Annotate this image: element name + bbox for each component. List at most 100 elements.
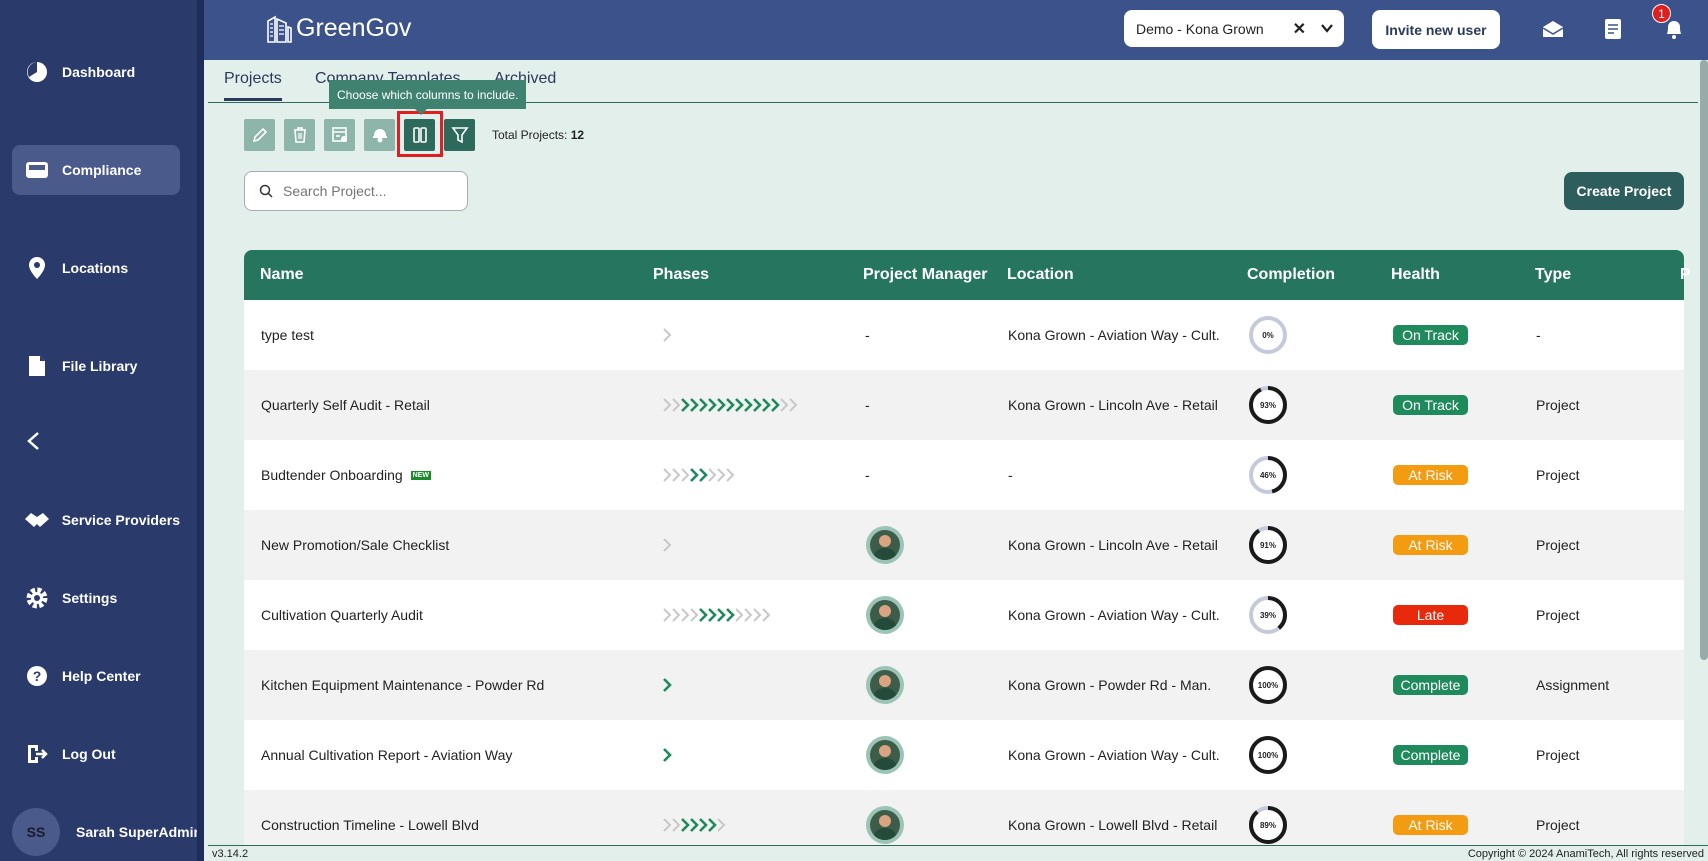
- sidebar-item-dashboard[interactable]: Dashboard: [12, 47, 180, 97]
- phase-pending-icon: [708, 468, 717, 482]
- phases-cell[interactable]: [662, 510, 679, 580]
- completion-cell: 100%: [1247, 720, 1289, 790]
- projects-table: Name Phases Project Manager Location Com…: [244, 250, 1691, 860]
- phases-cell[interactable]: [662, 440, 742, 510]
- sidebar-item-service-providers[interactable]: Service Providers: [12, 495, 180, 545]
- project-name[interactable]: type test: [261, 327, 314, 343]
- document-icon[interactable]: [1600, 16, 1626, 42]
- table-row[interactable]: Cultivation Quarterly Audit Kona Grown - …: [244, 580, 1684, 650]
- column-header-project-manager[interactable]: Project Manager: [863, 266, 987, 284]
- phase-pending-icon: [672, 398, 681, 412]
- total-projects-value: 12: [570, 128, 585, 142]
- phase-pending-icon: [663, 818, 672, 832]
- project-manager-cell: -: [865, 300, 870, 370]
- table-row[interactable]: Annual Cultivation Report - Aviation Way…: [244, 720, 1684, 790]
- project-name[interactable]: Construction Timeline - Lowell Blvd: [261, 817, 479, 833]
- phase-chevrons: [663, 468, 735, 482]
- invite-user-button[interactable]: Invite new user: [1372, 10, 1500, 49]
- gear-icon: [12, 587, 62, 609]
- avatar[interactable]: [866, 806, 904, 844]
- completion-label: 100%: [1258, 751, 1278, 760]
- completion-cell: 46%: [1247, 440, 1289, 510]
- project-manager-cell: [866, 720, 904, 790]
- notification-badge: 1: [1652, 4, 1671, 23]
- health-badge: Complete: [1393, 745, 1468, 765]
- avatar[interactable]: [866, 526, 904, 564]
- project-manager-cell: [866, 650, 904, 720]
- column-header-health[interactable]: Health: [1391, 266, 1440, 284]
- phase-done-icon: [708, 398, 717, 412]
- phases-cell[interactable]: [662, 580, 778, 650]
- sidebar-item-file-library[interactable]: File Library: [12, 341, 180, 391]
- column-header-more[interactable]: P: [1680, 266, 1691, 284]
- phases-cell[interactable]: [662, 370, 805, 440]
- project-name[interactable]: Quarterly Self Audit - Retail: [261, 397, 430, 413]
- user-profile[interactable]: SS Sarah SuperAdmin: [12, 808, 202, 856]
- table-row[interactable]: Quarterly Self Audit - Retail - Kona Grown…: [244, 370, 1684, 440]
- sidebar-item-locations[interactable]: Locations: [12, 243, 180, 293]
- scrollbar[interactable]: [1700, 60, 1708, 660]
- health-badge: At Risk: [1393, 815, 1468, 835]
- sidebar-item-help-center[interactable]: ? Help Center: [12, 651, 180, 701]
- location-filter-button[interactable]: [324, 119, 355, 151]
- project-name-cell: Budtender Onboarding NEW: [261, 440, 432, 510]
- table-row[interactable]: New Promotion/Sale Checklist Kona Grown -…: [244, 510, 1684, 580]
- brand-logo[interactable]: GreenGov: [266, 14, 411, 43]
- table-row[interactable]: type test - Kona Grown - Aviation Way - Cu…: [244, 300, 1684, 370]
- tab-projects[interactable]: Projects: [224, 70, 282, 101]
- project-name-cell: Cultivation Quarterly Audit: [261, 580, 423, 650]
- column-header-name[interactable]: Name: [260, 266, 304, 284]
- assign-manager-button[interactable]: [364, 119, 395, 151]
- edit-button[interactable]: [244, 119, 275, 151]
- search-input[interactable]: [283, 183, 453, 199]
- phases-cell[interactable]: [662, 720, 679, 790]
- chevron-down-icon[interactable]: [1320, 21, 1334, 35]
- project-name[interactable]: New Promotion/Sale Checklist: [261, 537, 449, 553]
- clear-icon[interactable]: ✕: [1293, 19, 1306, 39]
- phase-done-icon: [663, 748, 672, 762]
- phase-pending-icon: [663, 328, 672, 342]
- column-header-location[interactable]: Location: [1007, 266, 1074, 284]
- mail-icon[interactable]: [1540, 16, 1566, 42]
- project-manager-cell: -: [865, 370, 870, 440]
- create-project-button[interactable]: Create Project: [1564, 172, 1684, 210]
- table-row[interactable]: Budtender Onboarding NEW - - 46% At Risk Proje…: [244, 440, 1684, 510]
- phase-chevrons: [663, 328, 672, 342]
- table-row[interactable]: Kitchen Equipment Maintenance - Powder R…: [244, 650, 1684, 720]
- avatar[interactable]: [866, 596, 904, 634]
- project-name[interactable]: Kitchen Equipment Maintenance - Powder R…: [261, 677, 544, 693]
- organization-select[interactable]: Demo - Kona Grown ✕: [1124, 10, 1344, 47]
- completion-ring: 91%: [1249, 526, 1287, 564]
- svg-text:?: ?: [33, 668, 42, 684]
- search-box[interactable]: [244, 171, 468, 211]
- sidebar-item-settings[interactable]: Settings: [12, 573, 180, 623]
- project-name[interactable]: Budtender Onboarding: [261, 467, 403, 483]
- phase-chevrons: [663, 538, 672, 552]
- column-header-phases[interactable]: Phases: [653, 266, 709, 284]
- column-header-type[interactable]: Type: [1535, 266, 1571, 284]
- phases-cell[interactable]: [662, 300, 679, 370]
- delete-button[interactable]: [284, 119, 315, 151]
- phase-chevrons: [663, 818, 726, 832]
- sidebar-item-compliance[interactable]: Compliance: [12, 145, 180, 195]
- phases-cell[interactable]: [662, 650, 679, 720]
- phase-pending-icon: [726, 468, 735, 482]
- type-cell: Project: [1536, 607, 1580, 623]
- column-header-completion[interactable]: Completion: [1247, 266, 1335, 284]
- health-badge: At Risk: [1393, 465, 1468, 485]
- table-body: type test - Kona Grown - Aviation Way - Cu…: [244, 300, 1684, 860]
- project-name[interactable]: Cultivation Quarterly Audit: [261, 607, 423, 623]
- avatar[interactable]: [866, 736, 904, 774]
- phase-done-icon: [690, 818, 699, 832]
- version-label: v3.14.2: [212, 848, 249, 860]
- avatar[interactable]: [866, 666, 904, 704]
- phase-done-icon: [699, 468, 708, 482]
- collapse-sidebar-button[interactable]: [18, 426, 48, 456]
- sidebar-item-log-out[interactable]: Log Out: [12, 729, 180, 779]
- filter-button[interactable]: [444, 119, 475, 151]
- project-name-cell: Kitchen Equipment Maintenance - Powder R…: [261, 650, 544, 720]
- project-manager-value: -: [865, 327, 870, 343]
- phase-pending-icon: [663, 608, 672, 622]
- project-name[interactable]: Annual Cultivation Report - Aviation Way: [261, 747, 512, 763]
- phase-pending-icon: [681, 608, 690, 622]
